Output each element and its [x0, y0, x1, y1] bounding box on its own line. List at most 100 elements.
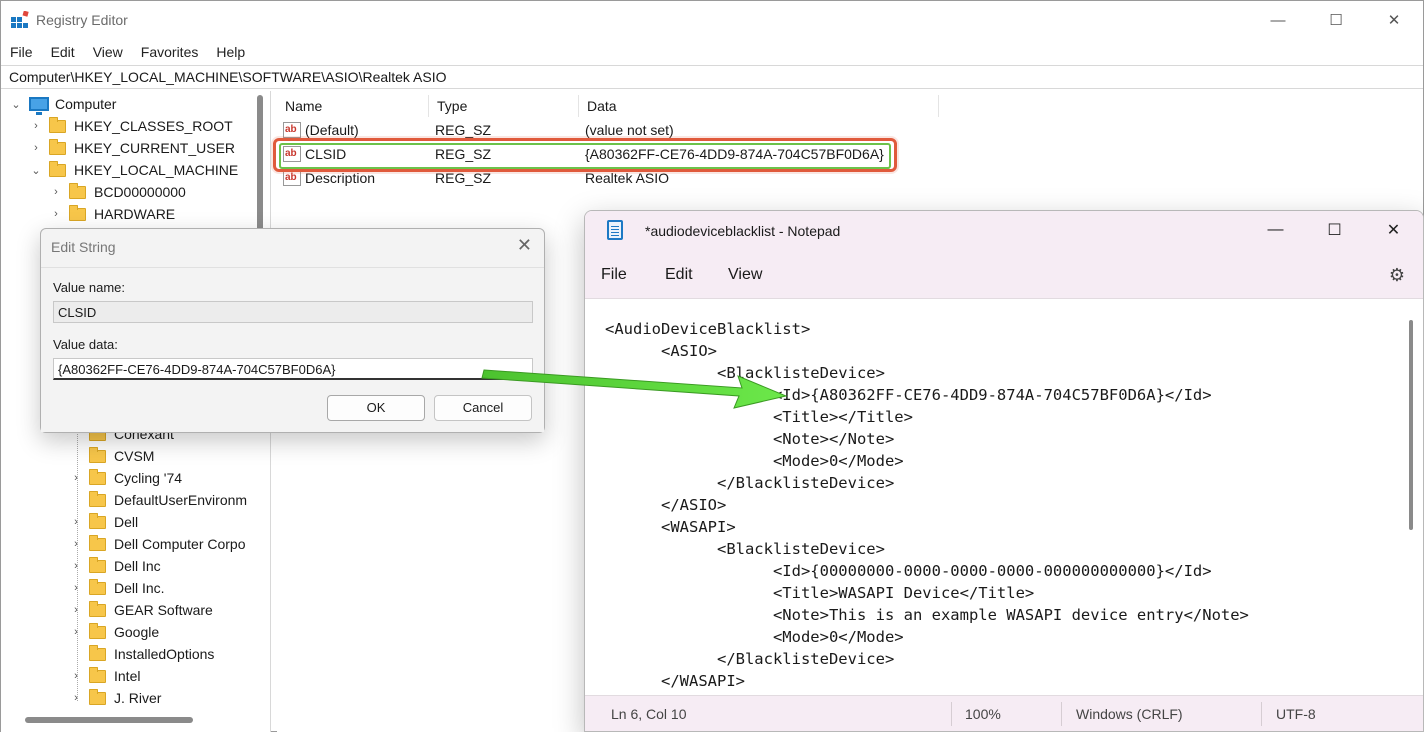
chevron-right-icon[interactable]: ›	[29, 142, 43, 154]
minimize-button[interactable]: —	[1246, 211, 1305, 249]
chevron-right-icon[interactable]: ›	[69, 472, 83, 484]
menu-help[interactable]: Help	[207, 41, 254, 63]
tree-item-cycling74[interactable]: › Cycling '74	[69, 467, 182, 489]
tree-item-hardware[interactable]: › HARDWARE	[49, 203, 175, 225]
notepad-text-editor[interactable]: <AudioDeviceBlacklist> <ASIO> <Blacklist…	[585, 300, 1423, 694]
folder-icon	[89, 490, 106, 507]
notepad-window: *audiodeviceblacklist - Notepad — ☐ ✕ Fi…	[584, 210, 1424, 732]
text-line: <BlacklisteDevice>	[605, 364, 885, 382]
notepad-menubar: File Edit View ⚙	[585, 251, 1423, 299]
address-path: Computer\HKEY_LOCAL_MACHINE\SOFTWARE\ASI…	[9, 69, 447, 85]
tree-item-intel[interactable]: › Intel	[69, 665, 140, 687]
close-button[interactable]: ✕	[1365, 1, 1423, 39]
address-bar[interactable]: Computer\HKEY_LOCAL_MACHINE\SOFTWARE\ASI…	[1, 65, 1423, 89]
tree-item-dell-inc[interactable]: › Dell Inc	[69, 555, 161, 577]
tree-item-hklm[interactable]: ⌄ HKEY_LOCAL_MACHINE	[29, 159, 238, 181]
chevron-down-icon[interactable]: ⌄	[29, 164, 43, 177]
menu-view[interactable]: View	[728, 266, 762, 284]
chevron-right-icon[interactable]: ›	[29, 120, 43, 132]
settings-gear-icon[interactable]: ⚙	[1389, 265, 1405, 286]
computer-icon	[29, 97, 49, 115]
menu-view[interactable]: View	[84, 41, 132, 63]
chevron-right-icon[interactable]: ›	[69, 560, 83, 572]
chevron-right-icon[interactable]: ›	[69, 670, 83, 682]
tree-item-dell-computer[interactable]: › Dell Computer Corpo	[69, 533, 246, 555]
tree-item-label: Cycling '74	[114, 470, 183, 486]
maximize-button[interactable]: ☐	[1305, 211, 1364, 249]
tree-horizontal-scrollbar[interactable]	[25, 717, 193, 723]
tree-item-dell[interactable]: › Dell	[69, 511, 138, 533]
tree-item-label: Dell Inc.	[114, 580, 165, 596]
tree-item-label: Dell Inc	[114, 558, 161, 574]
column-header-data[interactable]: Data	[579, 95, 939, 117]
minimize-button[interactable]: —	[1249, 1, 1307, 39]
clsid-highlight-annotation	[273, 138, 897, 172]
folder-icon	[89, 578, 106, 595]
folder-icon	[89, 556, 106, 573]
tree-item-hkcr[interactable]: › HKEY_CLASSES_ROOT	[29, 115, 233, 137]
tree-vertical-scrollbar[interactable]	[257, 95, 263, 235]
tree-item-label: Dell Computer Corpo	[114, 536, 246, 552]
menu-edit[interactable]: Edit	[665, 266, 693, 284]
folder-icon	[89, 534, 106, 551]
column-header-type[interactable]: Type	[429, 95, 579, 117]
tree-item-computer[interactable]: ⌄ Computer	[9, 93, 116, 115]
chevron-right-icon[interactable]: ›	[69, 538, 83, 550]
value-name-label: Value name:	[53, 280, 126, 295]
tree-item-gear[interactable]: › GEAR Software	[69, 599, 213, 621]
chevron-right-icon[interactable]: ›	[69, 516, 83, 528]
tree-item-bcd[interactable]: › BCD00000000	[49, 181, 186, 203]
text-line: <ASIO>	[605, 342, 717, 360]
folder-icon	[89, 666, 106, 683]
chevron-right-icon[interactable]: ›	[69, 604, 83, 616]
chevron-right-icon[interactable]: ›	[49, 208, 63, 220]
cancel-button[interactable]: Cancel	[434, 395, 532, 421]
tree-item-cvsm[interactable]: CVSM	[69, 445, 154, 467]
value-data-field[interactable]: {A80362FF-CE76-4DD9-874A-704C57BF0D6A}	[53, 358, 533, 380]
text-line: </WASAPI>	[605, 672, 745, 690]
tree-item-dell-inc-dot[interactable]: › Dell Inc.	[69, 577, 165, 599]
text-line: </ASIO>	[605, 496, 727, 514]
column-header-name[interactable]: Name	[277, 95, 429, 117]
folder-icon	[49, 116, 66, 133]
chevron-right-icon[interactable]: ›	[49, 186, 63, 198]
maximize-button[interactable]: ☐	[1307, 1, 1365, 39]
close-button[interactable]: ✕	[1364, 211, 1423, 249]
value-name-field[interactable]: CLSID	[53, 301, 533, 323]
chevron-right-icon[interactable]: ›	[69, 626, 83, 638]
value-data: Realtek ASIO	[585, 170, 670, 186]
chevron-right-icon[interactable]: ›	[69, 692, 83, 704]
menu-favorites[interactable]: Favorites	[132, 41, 208, 63]
dialog-close-icon[interactable]: ✕	[517, 235, 532, 256]
text-line: <WASAPI>	[605, 518, 736, 536]
folder-icon	[49, 160, 66, 177]
status-divider	[1261, 702, 1262, 726]
folder-icon	[89, 644, 106, 661]
folder-icon	[49, 138, 66, 155]
value-data-label: Value data:	[53, 337, 118, 352]
text-line: <BlacklisteDevice>	[605, 540, 885, 558]
tree-item-jriver[interactable]: › J. River	[69, 687, 161, 709]
tree-item-label: HKEY_CURRENT_USER	[74, 140, 236, 156]
menu-edit[interactable]: Edit	[42, 41, 84, 63]
value-name: Description	[305, 170, 376, 186]
registry-app-icon	[11, 11, 29, 28]
tree-item-label: Dell	[114, 514, 139, 530]
chevron-right-icon[interactable]: ›	[69, 582, 83, 594]
registry-menubar: File Edit View Favorites Help	[1, 41, 254, 63]
tree-item-label: Google	[114, 624, 160, 640]
tree-item-defaultuserenv[interactable]: DefaultUserEnvironm	[69, 489, 247, 511]
cursor-position: Ln 6, Col 10	[611, 706, 687, 722]
tree-item-label: HARDWARE	[94, 206, 176, 222]
tree-item-hkcu[interactable]: › HKEY_CURRENT_USER	[29, 137, 235, 159]
chevron-down-icon[interactable]: ⌄	[9, 98, 23, 111]
menu-file[interactable]: File	[1, 41, 42, 63]
menu-file[interactable]: File	[601, 266, 627, 284]
tree-item-installedoptions[interactable]: InstalledOptions	[69, 643, 214, 665]
text-line: <AudioDeviceBlacklist>	[605, 320, 811, 338]
tree-item-label: DefaultUserEnvironm	[114, 492, 248, 508]
editor-vertical-scrollbar[interactable]	[1409, 320, 1413, 530]
tree-item-google[interactable]: › Google	[69, 621, 159, 643]
value-type: REG_SZ	[435, 122, 492, 138]
ok-button[interactable]: OK	[327, 395, 425, 421]
